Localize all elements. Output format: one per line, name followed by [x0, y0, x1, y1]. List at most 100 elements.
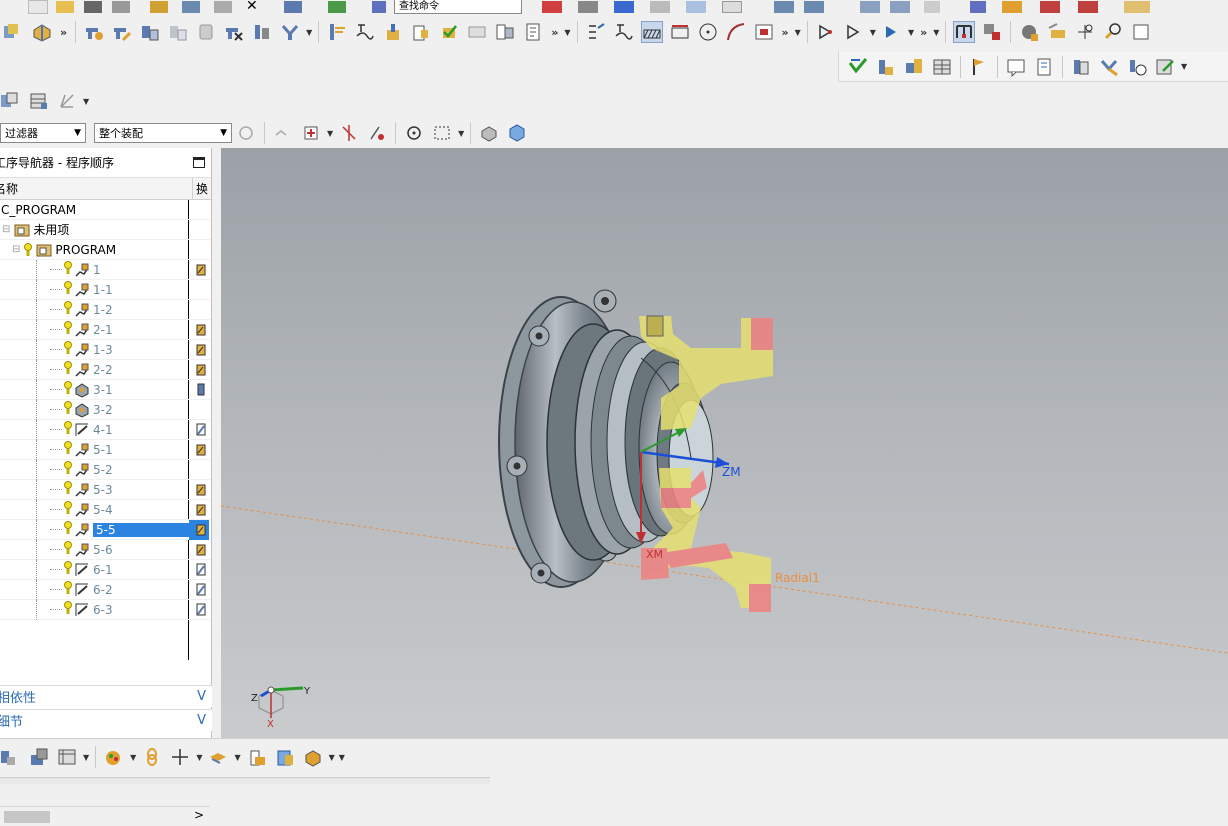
- verify-check-icon[interactable]: [847, 56, 869, 78]
- open-folder-icon[interactable]: [56, 1, 74, 13]
- assembly-icon[interactable]: [0, 90, 22, 112]
- shop-doc-icon[interactable]: [438, 21, 460, 43]
- export-icon[interactable]: [1154, 56, 1176, 78]
- toolbar-icon-blue[interactable]: [614, 1, 634, 13]
- tree-root[interactable]: NC_PROGRAM: [0, 200, 211, 220]
- polygon-select-icon[interactable]: [403, 122, 425, 144]
- flag-icon[interactable]: [968, 56, 990, 78]
- toolbar-icon-red[interactable]: [542, 1, 562, 13]
- add-point-icon[interactable]: [1074, 21, 1096, 43]
- cube-icon[interactable]: [506, 122, 528, 144]
- operation-group-icon[interactable]: [3, 21, 25, 43]
- delete-icon[interactable]: ✕: [246, 0, 260, 13]
- toolbar-icon-light[interactable]: [650, 1, 670, 13]
- object-move-icon[interactable]: [843, 21, 865, 43]
- intersection-icon[interactable]: [338, 122, 360, 144]
- machine-tool-view-icon[interactable]: [981, 21, 1003, 43]
- scroll-thumb[interactable]: [4, 811, 50, 823]
- circle-display-icon[interactable]: [697, 21, 719, 43]
- copy-icon[interactable]: [182, 1, 200, 13]
- edit-operation-icon[interactable]: [111, 21, 133, 43]
- save-icon[interactable]: [84, 1, 102, 13]
- timer-icon[interactable]: [1126, 56, 1148, 78]
- maximize-icon[interactable]: [193, 157, 205, 168]
- tree-operation-row[interactable]: 1-3: [0, 339, 211, 360]
- toolbar-icon-box[interactable]: [722, 1, 742, 13]
- toolbar-icon-flag[interactable]: [774, 1, 794, 13]
- play-icon[interactable]: [328, 1, 346, 13]
- snap-icon[interactable]: [272, 122, 294, 144]
- method-object-icon[interactable]: [279, 21, 301, 43]
- ipw-hatch-icon[interactable]: [669, 21, 691, 43]
- replay-toolpath-icon[interactable]: [354, 21, 376, 43]
- layout-display-icon[interactable]: [753, 21, 775, 43]
- object-select-icon[interactable]: [881, 21, 903, 43]
- type-filter-select[interactable]: 过滤器 ▼: [0, 123, 86, 143]
- link-icon[interactable]: [141, 746, 163, 768]
- command-finder-input[interactable]: 查找命令: [394, 0, 522, 14]
- tree-operation-row[interactable]: 5-2: [0, 459, 211, 480]
- gouge-check-icon[interactable]: [585, 21, 607, 43]
- assembly-navigator-icon[interactable]: [0, 746, 22, 768]
- toolbar-more-icon[interactable]: »: [551, 26, 558, 39]
- geometry-view-icon[interactable]: [1018, 21, 1040, 43]
- toolbar-icon-gray[interactable]: [578, 1, 598, 13]
- layer-icon[interactable]: [207, 746, 229, 768]
- transform-icon[interactable]: [815, 21, 837, 43]
- measure-icon[interactable]: [246, 746, 268, 768]
- tree-operation-row[interactable]: 6-2: [0, 579, 211, 600]
- toolbar-icon-cursor[interactable]: [924, 1, 940, 13]
- package-icon[interactable]: [302, 746, 324, 768]
- undo-icon[interactable]: [284, 1, 302, 13]
- tree-operation-row[interactable]: 2-1: [0, 319, 211, 340]
- dropdown-arrow-icon[interactable]: ▼: [306, 28, 312, 37]
- ipw-shaded-icon[interactable]: [640, 21, 663, 43]
- paste-icon[interactable]: [214, 1, 232, 13]
- tree-operation-row[interactable]: 2-2: [0, 359, 211, 380]
- tree-operation-row[interactable]: 6-1: [0, 559, 211, 580]
- tree-operation-row[interactable]: 1: [0, 259, 211, 280]
- tool-list-icon[interactable]: [903, 56, 925, 78]
- list-output-icon[interactable]: [494, 21, 516, 43]
- panel-details[interactable]: 细节 V: [0, 709, 212, 731]
- tree-operation-row[interactable]: 5-3: [0, 479, 211, 500]
- tree-operation-row[interactable]: 6-3: [0, 599, 211, 620]
- expand-chevron-icon[interactable]: V: [197, 689, 206, 704]
- table-icon[interactable]: [56, 746, 78, 768]
- doc-report-icon[interactable]: [522, 21, 544, 43]
- wrench-icon[interactable]: [1098, 56, 1120, 78]
- toolbar-icon-list[interactable]: [860, 1, 880, 13]
- tree-operation-row[interactable]: 5-5: [0, 519, 211, 540]
- print-icon[interactable]: [112, 1, 130, 13]
- tree-operation-row[interactable]: 3-1: [0, 379, 211, 400]
- paint-icon[interactable]: [103, 746, 125, 768]
- new-file-icon[interactable]: [28, 0, 48, 14]
- graphics-viewport[interactable]: ZM XM Radial1 Y Z X: [221, 148, 1228, 738]
- generate-toolpath-icon[interactable]: [326, 21, 348, 43]
- coordinate-icon[interactable]: [56, 90, 78, 112]
- doc-icon[interactable]: [1033, 56, 1055, 78]
- toolbar-more-icon[interactable]: »: [782, 26, 789, 39]
- tree-operation-row[interactable]: 5-6: [0, 539, 211, 560]
- tool-icon[interactable]: [150, 1, 168, 13]
- view-triad[interactable]: [258, 686, 304, 718]
- clip-operation-icon[interactable]: [195, 21, 217, 43]
- batch-process-icon[interactable]: [466, 21, 488, 43]
- paste-operation-icon[interactable]: [167, 21, 189, 43]
- verify-toolpath-icon[interactable]: [382, 21, 404, 43]
- copy-operation-icon[interactable]: [139, 21, 161, 43]
- delete-operation-icon[interactable]: [223, 21, 245, 43]
- toolbar-icon-cut[interactable]: [1078, 1, 1098, 13]
- note-icon[interactable]: [1005, 56, 1027, 78]
- tool-table-icon[interactable]: [875, 56, 897, 78]
- toolbar-icon-ruler[interactable]: [1124, 1, 1150, 13]
- toolbar-more-icon[interactable]: »: [60, 26, 67, 39]
- rect-select-icon[interactable]: [431, 122, 453, 144]
- settings-icon[interactable]: [1130, 21, 1152, 43]
- filter-reset-icon[interactable]: [235, 122, 257, 144]
- expand-chevron-icon[interactable]: V: [197, 713, 206, 728]
- arc-center-icon[interactable]: [366, 122, 388, 144]
- solid-body-icon[interactable]: [478, 122, 500, 144]
- tree-operation-row[interactable]: 1-1: [0, 279, 211, 300]
- scroll-right-icon[interactable]: >: [194, 808, 204, 822]
